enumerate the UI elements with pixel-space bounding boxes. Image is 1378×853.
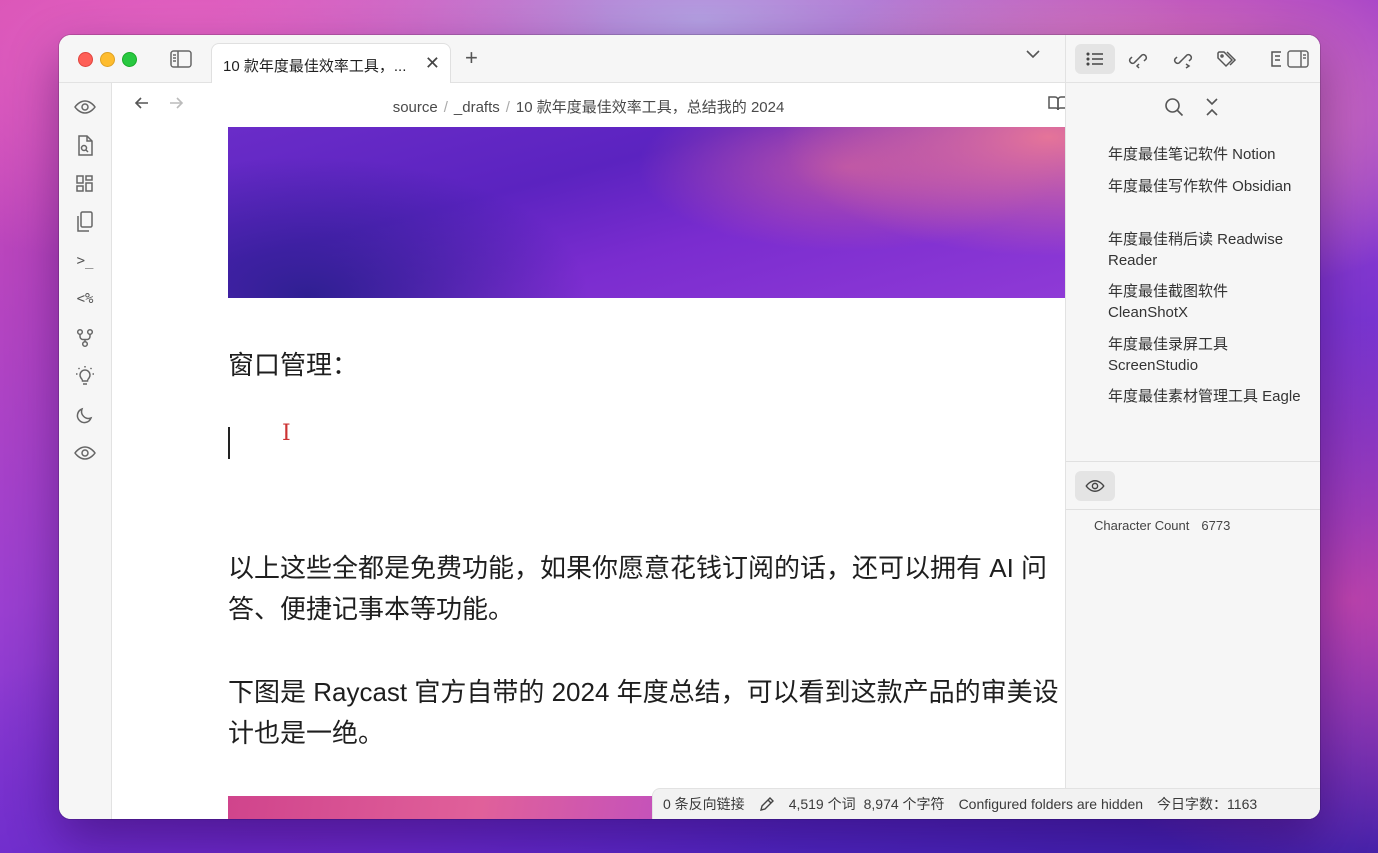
tab-active-note[interactable]: 10 款年度最佳效率工具，... ✕ [211, 43, 451, 83]
chevron-down-icon[interactable] [1025, 49, 1041, 59]
new-tab-button[interactable]: + [465, 46, 478, 70]
dashboard-icon[interactable] [73, 172, 97, 196]
outline-item[interactable]: 年度最佳稍后读 Readwise Reader [1108, 230, 1308, 271]
book-open-icon[interactable] [1048, 95, 1065, 111]
embedded-image-wallpaper [228, 127, 1065, 298]
tags-tab-icon[interactable] [1207, 44, 1247, 74]
git-icon[interactable] [73, 326, 97, 350]
terminal-icon[interactable]: >_ [73, 249, 97, 273]
backlinks-tab-icon[interactable] [1118, 44, 1158, 74]
view-header: source / _drafts / 10 款年度最佳效率工具，总结我的 2024 [112, 83, 1065, 125]
divider [1066, 461, 1320, 462]
status-bar: 0 条反向链接 4,519 个词 8,974 个字符 Configured fo… [652, 788, 1320, 819]
backlinks-count[interactable]: 0 条反向链接 [663, 794, 745, 814]
breadcrumb-separator: / [443, 99, 448, 116]
outline-item[interactable]: 年度最佳写作软件 Obsidian [1108, 177, 1308, 198]
breadcrumb: source / _drafts / 10 款年度最佳效率工具，总结我的 2024 [112, 96, 1065, 117]
ibeam-pointer-icon: I [282, 421, 291, 446]
breadcrumb-separator: / [505, 99, 510, 116]
eye-icon[interactable] [1075, 471, 1115, 501]
breadcrumb-folder[interactable]: _drafts [454, 99, 500, 116]
paragraph[interactable]: 下图是 Raycast 官方自带的 2024 年度总结，可以看到这款产品的审美设… [228, 672, 1065, 754]
character-count: Character Count 6773 [1094, 518, 1230, 533]
left-ribbon: >_ <% [59, 83, 112, 819]
templater-icon[interactable]: <% [73, 287, 97, 311]
outline-item[interactable]: 年度最佳录屏工具 ScreenStudio [1108, 335, 1308, 376]
collapse-all-icon[interactable] [1205, 97, 1219, 117]
reading-view-icon[interactable] [73, 95, 97, 119]
editor-pane: source / _drafts / 10 款年度最佳效率工具，总结我的 2024 窗口… [112, 83, 1065, 819]
lightbulb-icon[interactable] [73, 364, 97, 388]
outline-item[interactable]: 年度最佳素材管理工具 Eagle [1108, 387, 1308, 408]
right-sidebar-tabs [1065, 35, 1320, 82]
title-bar: 10 款年度最佳效率工具，... ✕ + [59, 35, 1320, 83]
sidebar-toggle-icon[interactable] [170, 48, 192, 70]
right-sidebar-toggle-icon[interactable] [1278, 44, 1318, 74]
breadcrumb-current[interactable]: 10 款年度最佳效率工具，总结我的 2024 [516, 99, 784, 116]
breadcrumb-root[interactable]: source [393, 99, 438, 116]
character-count-label: Character Count [1094, 518, 1190, 533]
tab-title: 10 款年度最佳效率工具，... [223, 58, 407, 75]
search-icon[interactable] [1164, 97, 1184, 117]
paragraph[interactable]: 以上这些全都是免费功能，如果你愿意花钱订阅的话，还可以拥有 AI 问答、便捷记事… [228, 548, 1065, 630]
zoom-window-button[interactable] [122, 52, 137, 67]
pencil-icon[interactable] [759, 796, 775, 812]
char-count: 8,974 个字符 [863, 796, 945, 812]
text-cursor [228, 427, 230, 459]
section-heading: 窗口管理： [228, 350, 359, 380]
file-search-icon[interactable] [73, 134, 97, 158]
today-word-count: 今日字数：1163 [1157, 796, 1258, 812]
character-count-value: 6773 [1201, 518, 1231, 533]
close-window-button[interactable] [78, 52, 93, 67]
copy-icon[interactable] [73, 210, 97, 234]
eye-icon[interactable] [73, 441, 97, 465]
moon-icon[interactable] [73, 403, 97, 427]
outline-item[interactable]: 年度最佳截图软件 CleanShotX [1108, 282, 1308, 323]
word-count: 4,519 个词 [788, 796, 856, 812]
outline-tab-icon[interactable] [1075, 44, 1115, 74]
divider [1066, 509, 1320, 510]
minimize-window-button[interactable] [100, 52, 115, 67]
outline-item[interactable]: 年度最佳笔记软件 Notion [1108, 145, 1308, 166]
outgoing-links-tab-icon[interactable] [1163, 44, 1203, 74]
tab-close-icon[interactable]: ✕ [425, 54, 440, 72]
app-window: 10 款年度最佳效率工具，... ✕ + >_ <% source / _dra… [59, 35, 1320, 819]
right-sidebar: 年度最佳笔记软件 Notion 年度最佳写作软件 Obsidian 年度最佳稍后… [1065, 83, 1320, 819]
hidden-folders-notice[interactable]: Configured folders are hidden [959, 796, 1143, 812]
